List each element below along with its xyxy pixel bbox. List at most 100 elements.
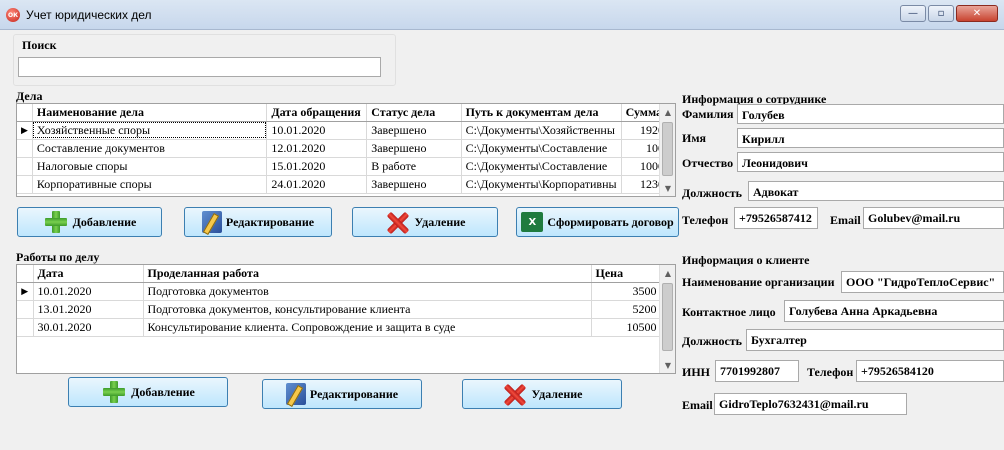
delete-case-button[interactable]: Удаление — [352, 207, 498, 237]
table-row[interactable]: ▶ Хозяйственные споры 10.01.2020 Заверше… — [17, 121, 675, 140]
column-header-request-date[interactable]: Дата обращения — [266, 104, 368, 122]
excel-icon: X — [521, 212, 544, 232]
edit-icon — [285, 383, 306, 405]
generate-contract-label: Сформировать договор — [547, 214, 674, 229]
table-cell[interactable]: Налоговые споры — [32, 157, 268, 176]
table-cell[interactable]: 13.01.2020 — [33, 300, 144, 319]
table-cell[interactable]: 3500 — [591, 282, 662, 301]
row-header[interactable] — [17, 157, 33, 176]
client-email-field[interactable]: GidroTeplo7632431@mail.ru — [714, 393, 907, 415]
works-scrollbar[interactable]: ▲ ▼ — [659, 265, 675, 373]
client-phone-field[interactable]: +79526584120 — [856, 360, 1004, 382]
table-row[interactable]: ▶ 10.01.2020 Подготовка документов 3500 — [17, 282, 662, 301]
table-cell[interactable]: 10.01.2020 — [33, 282, 144, 301]
scroll-down-icon[interactable]: ▼ — [660, 357, 675, 373]
add-case-button[interactable]: Добавление — [17, 207, 162, 237]
client-position-field[interactable]: Бухгалтер — [746, 329, 1004, 351]
client-org-label: Наименование организации — [682, 275, 835, 289]
table-cell[interactable]: Завершено — [366, 121, 462, 140]
employee-email-field[interactable]: Golubev@mail.ru — [863, 207, 1004, 229]
column-header-status[interactable]: Статус дела — [366, 104, 462, 122]
table-cell[interactable]: Корпоративные споры — [32, 175, 268, 194]
table-cell[interactable]: C:\Документы\Составление — [461, 139, 622, 158]
cases-grid[interactable]: Наименование дела Дата обращения Статус … — [16, 103, 676, 197]
table-cell[interactable]: C:\Документы\Хозяйственны — [461, 121, 622, 140]
employee-first-name-label: Имя — [682, 131, 706, 145]
table-row[interactable]: Составление документов 12.01.2020 Заверш… — [17, 139, 675, 158]
row-header[interactable] — [17, 139, 33, 158]
column-header-work-done[interactable]: Проделанная работа — [143, 265, 592, 283]
works-label: Работы по делу — [16, 250, 100, 264]
table-cell[interactable]: 30.01.2020 — [33, 318, 144, 337]
edit-case-button[interactable]: Редактирование — [184, 207, 332, 237]
edit-case-label: Редактирование — [225, 214, 315, 229]
table-cell[interactable]: Подготовка документов — [143, 282, 592, 301]
scroll-thumb[interactable] — [662, 283, 673, 351]
table-cell[interactable]: Завершено — [366, 175, 462, 194]
close-button[interactable]: ✕ — [956, 5, 998, 22]
row-header[interactable] — [17, 175, 33, 194]
table-cell[interactable]: 15.01.2020 — [266, 157, 368, 176]
add-case-label: Добавление — [72, 214, 137, 229]
table-cell[interactable]: 10500 — [591, 318, 662, 337]
scroll-down-icon[interactable]: ▼ — [660, 180, 675, 196]
scroll-thumb[interactable] — [662, 122, 673, 176]
row-header[interactable] — [17, 318, 34, 337]
table-cell[interactable]: В работе — [366, 157, 462, 176]
employee-patronymic-field[interactable]: Леонидович — [737, 152, 1004, 172]
delete-work-label: Удаление — [531, 386, 583, 401]
employee-email-label: Email — [830, 213, 861, 227]
table-cell[interactable]: 24.01.2020 — [266, 175, 368, 194]
maximize-button[interactable]: ▫ — [928, 5, 954, 22]
client-contact-field[interactable]: Голубева Анна Аркадьевна — [784, 300, 1004, 322]
employee-position-field[interactable]: Адвокат — [748, 181, 1004, 201]
table-row[interactable]: 30.01.2020 Консультирование клиента. Соп… — [17, 318, 662, 337]
edit-work-button[interactable]: Редактирование — [262, 379, 422, 409]
table-row[interactable]: Корпоративные споры 24.01.2020 Завершено… — [17, 175, 675, 194]
column-header-date[interactable]: Дата — [33, 265, 144, 283]
table-cell[interactable]: Консультирование клиента. Сопровождение … — [143, 318, 592, 337]
table-cell[interactable]: 10.01.2020 — [266, 121, 368, 140]
table-cell[interactable]: 12.01.2020 — [266, 139, 368, 158]
search-input[interactable] — [18, 57, 381, 77]
current-row-indicator-icon: ▶ — [17, 282, 34, 301]
app-icon: ОК — [6, 8, 20, 22]
table-cell[interactable]: Хозяйственные споры — [32, 121, 268, 140]
current-row-indicator-icon: ▶ — [17, 121, 33, 140]
table-cell[interactable]: Подготовка документов, консультирование … — [143, 300, 592, 319]
client-inn-field[interactable]: 7701992807 — [715, 360, 799, 382]
employee-first-name-field[interactable]: Кирилл — [737, 128, 1004, 148]
column-header-price[interactable]: Цена — [591, 265, 662, 283]
works-grid[interactable]: Дата Проделанная работа Цена ▶ 10.01.202… — [16, 264, 676, 374]
table-cell[interactable]: 5200 — [591, 300, 662, 319]
delete-work-button[interactable]: Удаление — [462, 379, 622, 409]
cases-label: Дела — [16, 89, 43, 103]
client-position-label: Должность — [682, 334, 743, 348]
column-header-case-name[interactable]: Наименование дела — [32, 104, 268, 122]
cases-scrollbar[interactable]: ▲ ▼ — [659, 104, 675, 196]
employee-phone-field[interactable]: +79526587412 — [734, 207, 818, 229]
row-header[interactable] — [17, 300, 34, 319]
add-work-label: Добавление — [131, 384, 195, 399]
client-org-field[interactable]: ООО "ГидроТеплоСервис" — [841, 271, 1004, 293]
scroll-up-icon[interactable]: ▲ — [660, 265, 675, 281]
client-phone-label: Телефон — [807, 365, 854, 379]
table-row[interactable]: 13.01.2020 Подготовка документов, консул… — [17, 300, 662, 319]
table-row[interactable]: Налоговые споры 15.01.2020 В работе C:\Д… — [17, 157, 675, 176]
row-header-corner — [17, 265, 34, 283]
client-email-label: Email — [682, 398, 713, 412]
table-cell[interactable]: Завершено — [366, 139, 462, 158]
generate-contract-button[interactable]: X Сформировать договор — [516, 207, 679, 237]
table-cell[interactable]: C:\Документы\Корпоративны — [461, 175, 622, 194]
minimize-button[interactable]: — — [900, 5, 926, 22]
table-cell[interactable]: Составление документов — [32, 139, 268, 158]
column-header-docs-path[interactable]: Путь к документам дела — [461, 104, 622, 122]
scroll-up-icon[interactable]: ▲ — [660, 104, 675, 120]
employee-phone-label: Телефон — [682, 213, 729, 227]
edit-icon — [201, 211, 222, 233]
search-label: Поиск — [22, 38, 57, 52]
table-cell[interactable]: C:\Документы\Составление — [461, 157, 622, 176]
add-work-button[interactable]: Добавление — [68, 377, 228, 407]
plus-icon — [101, 380, 127, 404]
employee-last-name-field[interactable]: Голубев — [737, 104, 1004, 124]
